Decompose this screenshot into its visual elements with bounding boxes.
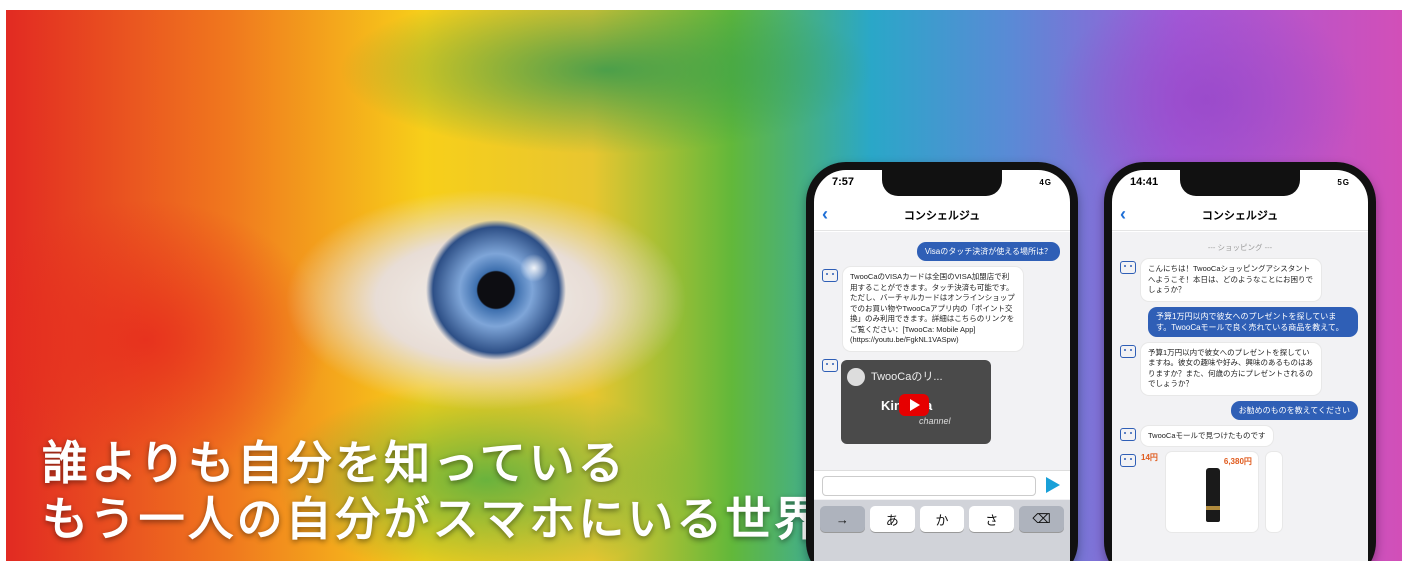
chat-title: コンシェルジュ bbox=[1201, 210, 1279, 222]
product-tube-image bbox=[1205, 468, 1220, 522]
bot-message-row: 予算1万円以内で彼女へのプレゼントを探していますね。彼女の趣味や好み、興味のある… bbox=[1120, 342, 1360, 395]
bot-avatar-icon bbox=[1120, 344, 1136, 358]
key-a[interactable]: あ bbox=[869, 506, 915, 532]
bot-avatar-icon bbox=[822, 269, 838, 282]
tagline-line-2: もう一人の自分がスマホにいる世界 bbox=[42, 492, 824, 546]
phone-notch bbox=[1180, 170, 1300, 196]
bot-message-row: こんにちは！TwooCaショッピングアシスタントへようこそ！本日は、どのようなこ… bbox=[1120, 259, 1360, 301]
phone-screen: 7:57 4G ‹ コンシェルジュ Visaのタッチ決済が使える場所は？ Two… bbox=[814, 170, 1070, 561]
back-chevron-icon[interactable]: ‹ bbox=[822, 204, 828, 225]
chat-thread[interactable]: --- ショッピング --- こんにちは！TwooCaショッピングアシスタントへ… bbox=[1112, 232, 1368, 561]
bot-followup-bubble: 予算1万円以内で彼女へのプレゼントを探していますね。彼女の趣味や好み、興味のある… bbox=[1141, 342, 1321, 395]
hero-tagline: 誰よりも自分を知っている もう一人の自分がスマホにいる世界 bbox=[42, 435, 823, 547]
product-card-partial[interactable] bbox=[1265, 452, 1282, 532]
bot-message-row: TwooCaモールで見つけたものです bbox=[1120, 425, 1360, 446]
phone-notch bbox=[882, 170, 1002, 196]
status-signal: 5G bbox=[1337, 178, 1350, 187]
message-input[interactable] bbox=[822, 476, 1036, 496]
section-label: --- ショッピング --- bbox=[1207, 243, 1273, 252]
phone-screen: 14:41 5G ‹ コンシェルジュ --- ショッピング --- こんにちは！… bbox=[1112, 170, 1368, 561]
bot-greeting-bubble: こんにちは！TwooCaショッピングアシスタントへようこそ！本日は、どのようなこ… bbox=[1141, 259, 1321, 301]
tagline-line-1: 誰よりも自分を知っている bbox=[42, 436, 627, 490]
phone-mockup-shopping-chat: 14:41 5G ‹ コンシェルジュ --- ショッピング --- こんにちは！… bbox=[1104, 162, 1376, 561]
user-message-bubble: Visaのタッチ決済が使える場所は？ bbox=[916, 242, 1060, 261]
status-time: 7:57 bbox=[832, 176, 855, 188]
status-time: 14:41 bbox=[1130, 176, 1159, 188]
youtube-video-card[interactable]: TwooCaのリ... Kinaluta channel bbox=[841, 359, 991, 444]
bot-avatar-icon bbox=[1120, 427, 1136, 441]
bot-avatar-icon bbox=[1120, 261, 1136, 274]
user-recommend-bubble: お勧めのものを教えてください bbox=[1230, 400, 1358, 420]
channel-logo-icon bbox=[847, 367, 865, 386]
hero-banner: 誰よりも自分を知っている もう一人の自分がスマホにいる世界 7:57 4G ‹ … bbox=[6, 10, 1402, 561]
bot-found-bubble: TwooCaモールで見つけたものです bbox=[1141, 425, 1273, 446]
key-delete[interactable]: ⌫ bbox=[1019, 506, 1064, 532]
key-arrow[interactable]: → bbox=[820, 506, 865, 532]
user-request-bubble: 予算1万円以内で彼女へのプレゼントを探しています。TwooCaモールで良く売れて… bbox=[1148, 306, 1358, 337]
video-channel-sub: channel bbox=[919, 415, 951, 426]
bot-message-row: TwooCaのVISAカードは全国のVISA加盟店で利用することができます。タッ… bbox=[822, 267, 1062, 351]
product-card[interactable]: 6,380円 bbox=[1165, 452, 1258, 532]
key-sa[interactable]: さ bbox=[969, 506, 1015, 532]
chat-header: ‹ コンシェルジュ bbox=[814, 200, 1070, 231]
product-price: 6,380円 bbox=[1223, 457, 1252, 466]
japanese-keyboard: → あ か さ ⌫ bbox=[814, 500, 1070, 561]
key-ka[interactable]: か bbox=[919, 506, 965, 532]
bot-avatar-icon bbox=[822, 358, 838, 372]
video-title: TwooCaのリ... bbox=[871, 370, 943, 383]
phone-mockup-concierge-chat: 7:57 4G ‹ コンシェルジュ Visaのタッチ決済が使える場所は？ Two… bbox=[806, 162, 1078, 561]
price-small: 14円 bbox=[1141, 453, 1158, 462]
bot-avatar-icon bbox=[1120, 454, 1136, 467]
bot-message-bubble: TwooCaのVISAカードは全国のVISA加盟店で利用することができます。タッ… bbox=[843, 267, 1023, 351]
chat-title: コンシェルジュ bbox=[903, 210, 981, 222]
status-signal: 4G bbox=[1039, 178, 1052, 187]
message-input-bar bbox=[814, 470, 1070, 499]
send-icon[interactable] bbox=[1046, 477, 1060, 493]
back-chevron-icon[interactable]: ‹ bbox=[1120, 204, 1126, 225]
product-row: 14円 6,380円 bbox=[1120, 452, 1360, 532]
youtube-play-icon[interactable] bbox=[899, 393, 929, 416]
chat-header: ‹ コンシェルジュ bbox=[1112, 200, 1368, 231]
